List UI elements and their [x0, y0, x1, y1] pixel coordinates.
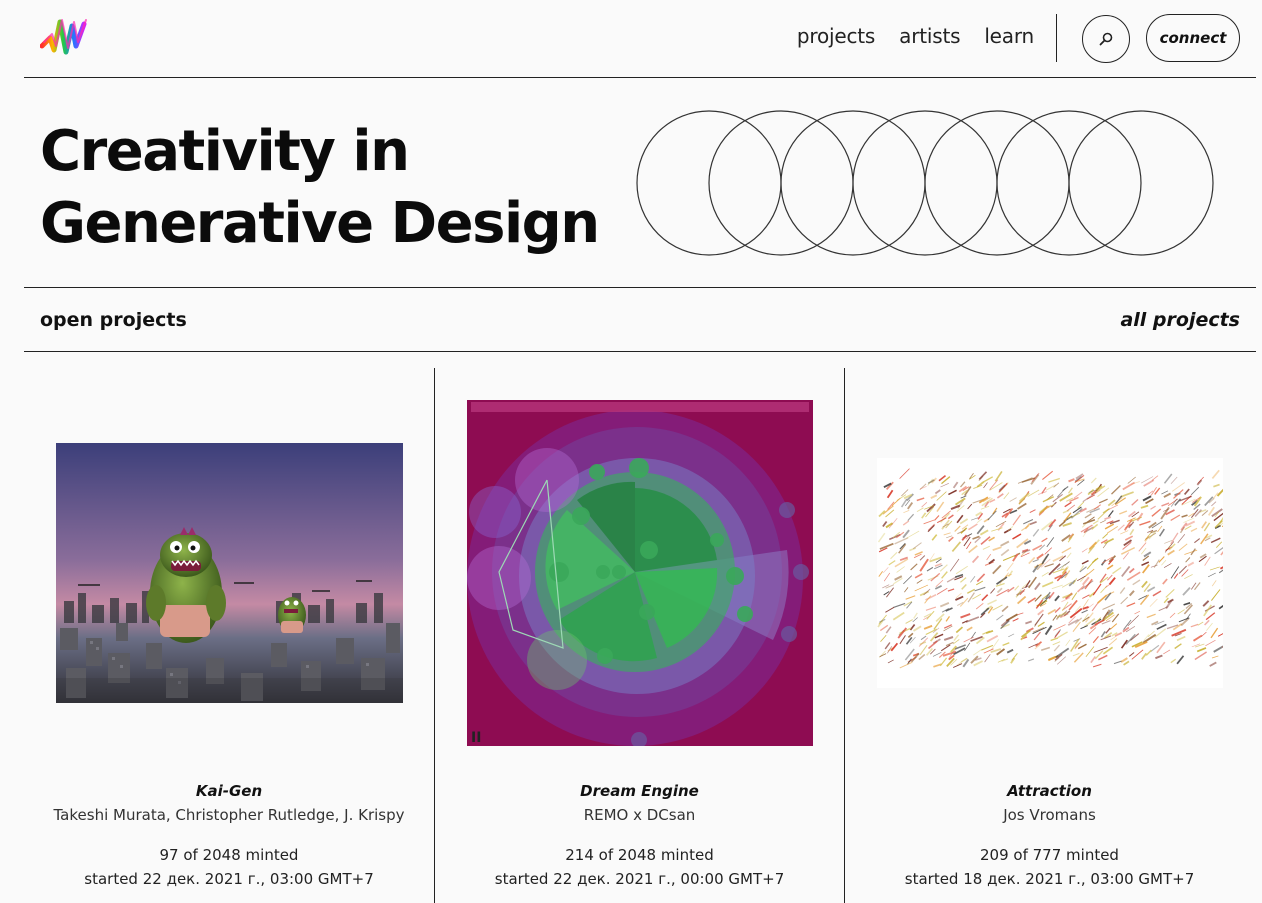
project-card-kai-gen[interactable]: Kai-Gen Takeshi Murata, Christopher Rutl… [24, 368, 434, 903]
project-start-date: started 22 дек. 2021 г., 00:00 GMT+7 [494, 870, 785, 888]
connect-button[interactable]: connect [1146, 14, 1240, 62]
section-bar: open projects all projects [24, 288, 1256, 352]
project-minted-count: 209 of 777 minted [980, 846, 1119, 864]
project-card-dream-engine[interactable]: II Dream Engine REMO x DCsan 214 of 2048… [434, 368, 844, 903]
search-button[interactable] [1082, 15, 1130, 63]
project-image-dream-engine[interactable]: II [467, 400, 813, 746]
project-minted-count: 214 of 2048 minted [565, 846, 714, 864]
art-blocks-logo-icon[interactable] [40, 16, 88, 60]
main-nav: projects artists learn [797, 24, 1034, 48]
project-artist[interactable]: Jos Vromans [845, 806, 1254, 824]
pause-glyph: II [471, 730, 481, 746]
project-grid: Kai-Gen Takeshi Murata, Christopher Rutl… [24, 368, 1256, 903]
nav-artists[interactable]: artists [899, 24, 960, 48]
hero-circles-graphic [636, 110, 1214, 256]
site-header: projects artists learn connect [24, 0, 1256, 78]
project-minted-count: 97 of 2048 minted [159, 846, 299, 864]
project-image-attraction[interactable] [877, 458, 1223, 688]
all-projects-link[interactable]: all projects [1120, 309, 1240, 331]
project-image-kai-gen[interactable] [56, 443, 403, 703]
title-line-1: Creativity in [40, 119, 410, 184]
title-line-2: Generative Design [40, 191, 600, 256]
open-projects-heading: open projects [40, 309, 187, 331]
page-title: Creativity in Generative Design [40, 116, 640, 260]
nav-learn[interactable]: learn [984, 24, 1034, 48]
project-artist[interactable]: REMO x DCsan [435, 806, 844, 824]
nav-divider [1056, 14, 1057, 62]
project-start-date: started 18 дек. 2021 г., 03:00 GMT+7 [904, 870, 1195, 888]
project-title[interactable]: Dream Engine [435, 782, 844, 800]
project-artist[interactable]: Takeshi Murata, Christopher Rutledge, J.… [24, 806, 434, 824]
hero-section: Creativity in Generative Design [24, 78, 1256, 288]
nav-projects[interactable]: projects [797, 24, 875, 48]
project-card-attraction[interactable]: Attraction Jos Vromans 209 of 777 minted… [844, 368, 1254, 903]
project-title[interactable]: Kai-Gen [24, 782, 434, 800]
project-title[interactable]: Attraction [845, 782, 1254, 800]
search-icon [1099, 32, 1113, 46]
project-start-date: started 22 дек. 2021 г., 03:00 GMT+7 [84, 870, 374, 888]
